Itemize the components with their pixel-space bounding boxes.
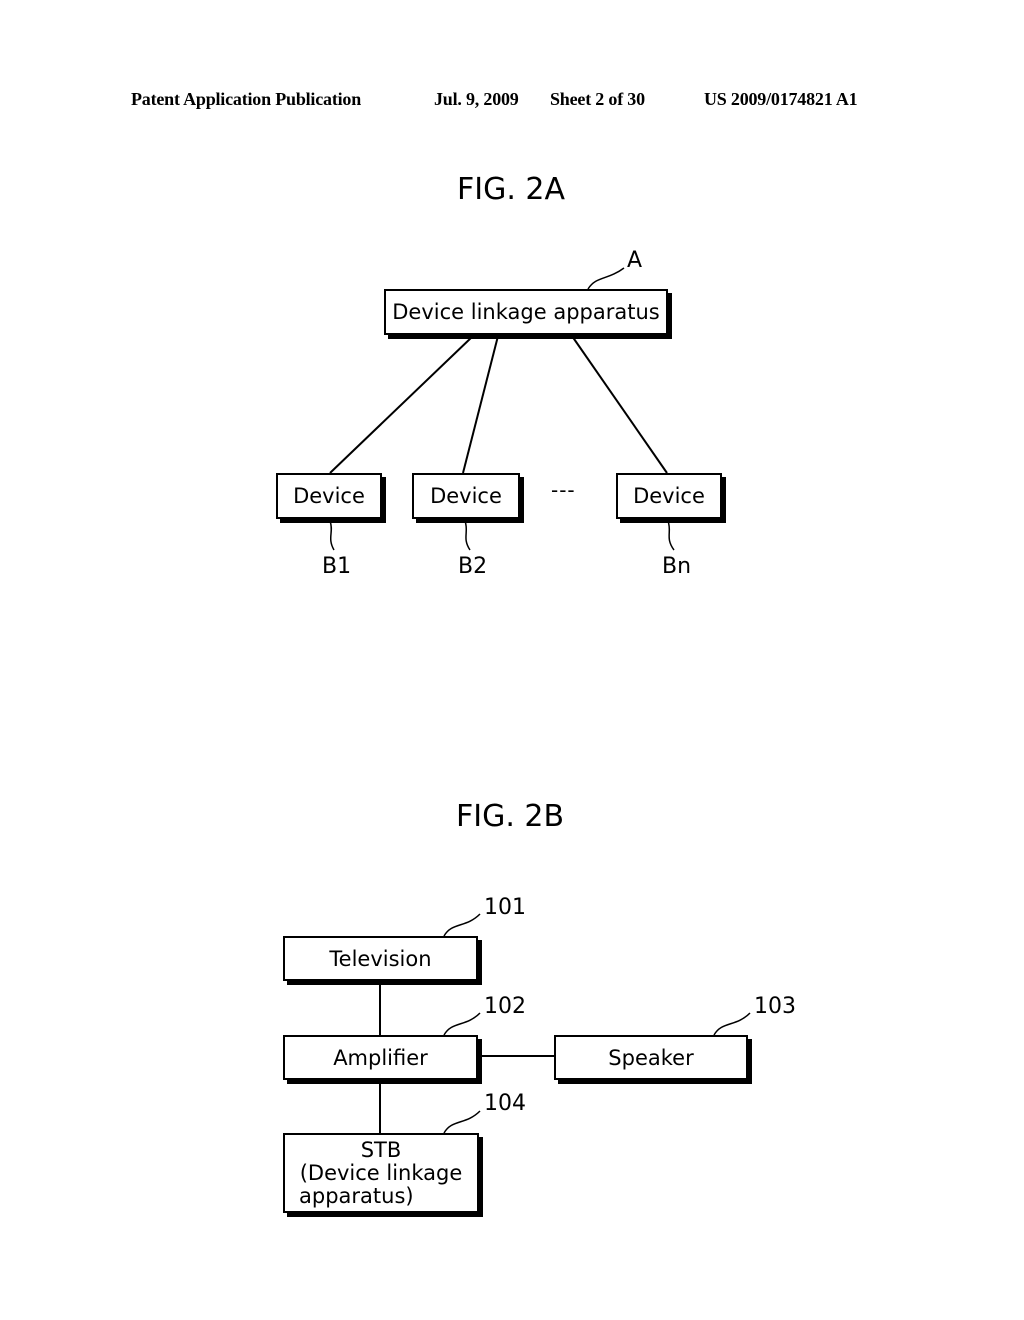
leader-a [587, 267, 625, 290]
ref-label-a: A [627, 248, 643, 273]
amplifier-label: Amplifier [333, 1045, 428, 1070]
device-label: Device [430, 484, 502, 508]
device-linkage-apparatus-label: Device linkage apparatus [392, 300, 660, 324]
television-box: Television [283, 936, 478, 981]
device-box-b2: Device [412, 473, 520, 519]
device-linkage-apparatus-box: Device linkage apparatus [384, 289, 668, 335]
ref-label-104: 104 [484, 1091, 526, 1116]
figure-2b-title: FIG. 2B [456, 799, 565, 834]
ref-label-b1: B1 [322, 554, 352, 579]
ref-label-101: 101 [484, 895, 526, 920]
figure-2a-title: FIG. 2A [457, 172, 566, 207]
link-apparatus-b1 [329, 335, 474, 474]
leader-b2 [464, 520, 471, 551]
device-box-b1: Device [276, 473, 382, 519]
leader-104 [443, 1110, 481, 1134]
leader-103 [713, 1012, 751, 1036]
leader-102 [443, 1012, 481, 1036]
stb-label-line3: apparatus) [299, 1183, 414, 1208]
ellipsis: --- [551, 478, 576, 502]
stb-label-line1: STB [360, 1137, 402, 1162]
link-apparatus-bn [571, 335, 668, 474]
device-label: Device [293, 484, 365, 508]
speaker-box: Speaker [554, 1035, 748, 1080]
television-label: Television [329, 946, 432, 971]
stb-label-line2: (Device linkage [299, 1160, 463, 1185]
amplifier-box: Amplifier [283, 1035, 478, 1080]
ref-label-bn: Bn [662, 554, 692, 579]
leader-bn [667, 520, 675, 551]
ref-label-103: 103 [754, 994, 796, 1019]
leader-b1 [329, 520, 335, 551]
link-apparatus-b2 [462, 335, 499, 474]
ref-label-102: 102 [484, 994, 526, 1019]
speaker-label: Speaker [608, 1045, 694, 1070]
device-label: Device [633, 484, 705, 508]
device-box-bn: Device [616, 473, 722, 519]
ref-label-b2: B2 [458, 554, 488, 579]
leader-101 [443, 913, 481, 937]
stb-box: STB (Device linkage apparatus) [283, 1133, 479, 1213]
